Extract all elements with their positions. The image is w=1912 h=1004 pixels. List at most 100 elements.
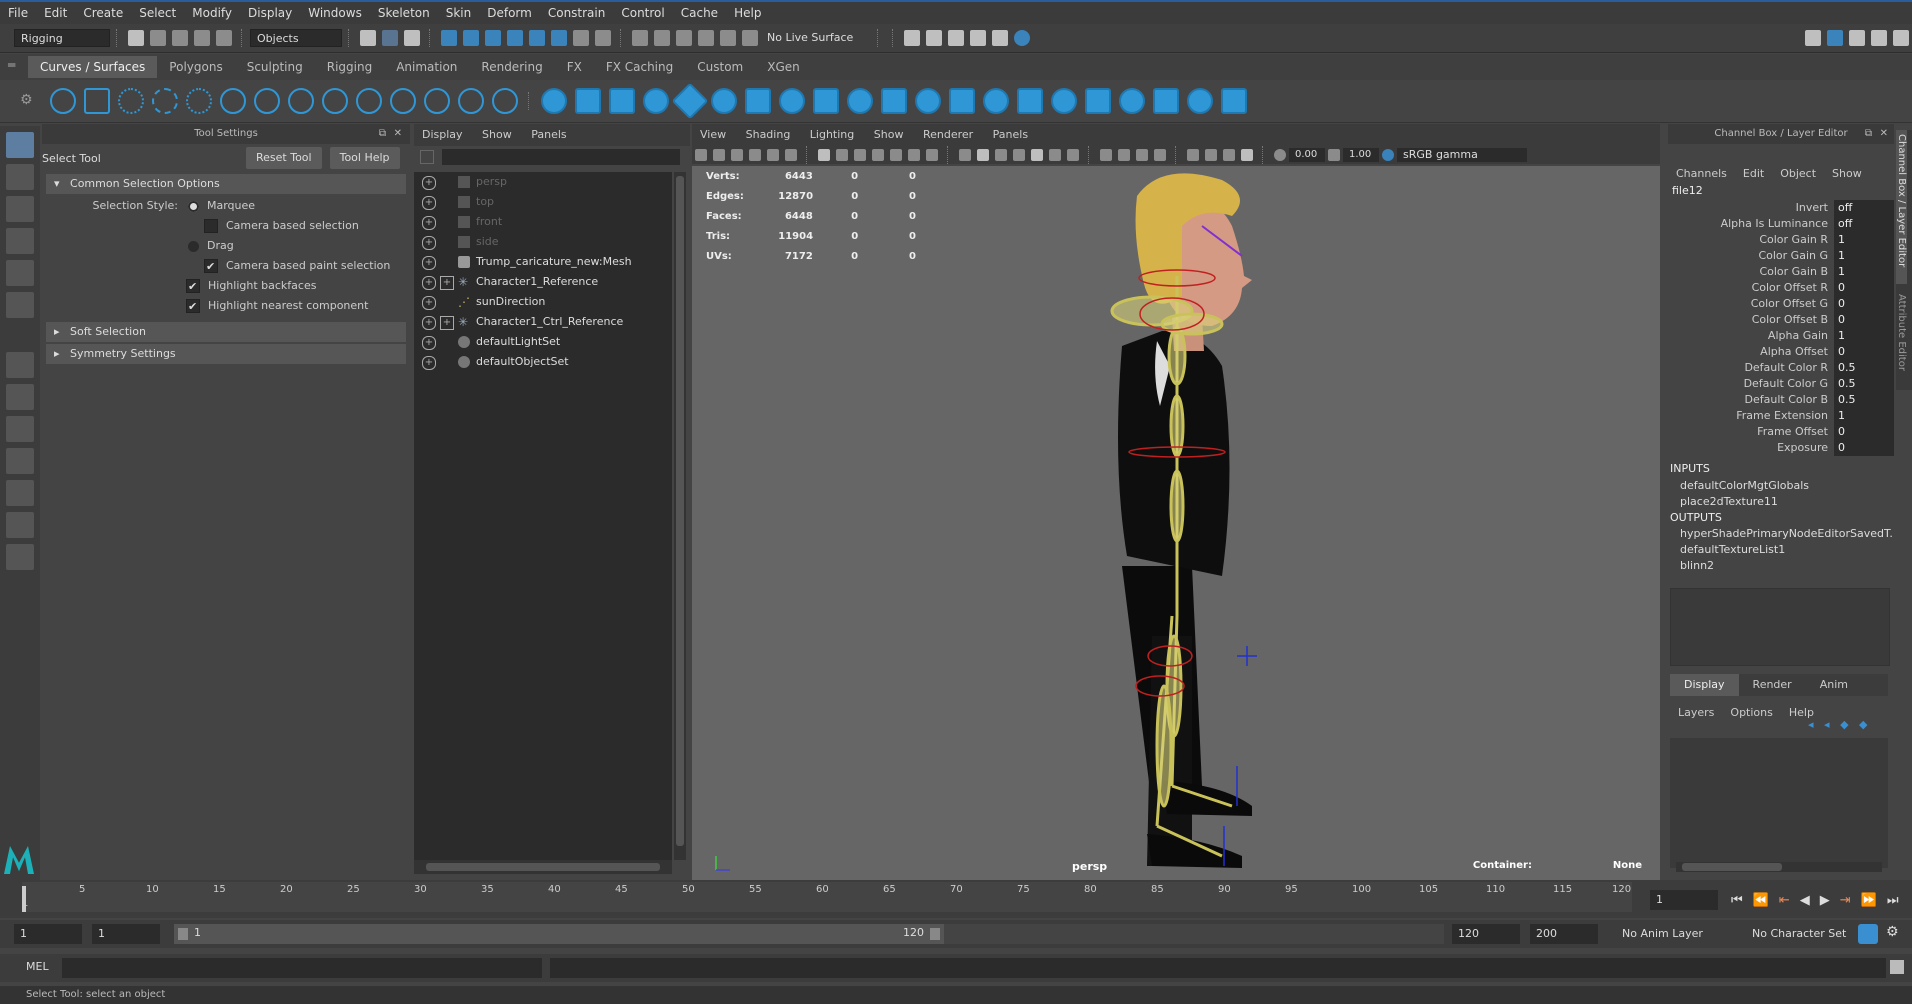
symmetry-settings-section[interactable]: ▸ Symmetry Settings: [46, 344, 406, 364]
close-panel-icon[interactable]: ✕: [1880, 124, 1888, 144]
attr-value[interactable]: 1: [1834, 232, 1894, 248]
camera-attributes-icon[interactable]: [713, 149, 725, 161]
attr-value[interactable]: 0.5: [1834, 376, 1894, 392]
character-set-dropdown[interactable]: No Character Set: [1746, 924, 1856, 944]
outliner-item-default-object-set[interactable]: + defaultObjectSet: [414, 352, 672, 372]
revolve-icon[interactable]: [745, 88, 771, 114]
range-end-handle[interactable]: [930, 928, 940, 940]
shelf-tab-curves-surfaces[interactable]: Curves / Surfaces: [28, 56, 158, 78]
soft-selection-section[interactable]: ▸ Soft Selection: [46, 322, 406, 342]
viewport-menu-panels[interactable]: Panels: [985, 124, 1036, 146]
float-panel-icon[interactable]: ⧉: [379, 124, 386, 144]
xray-icon[interactable]: [1205, 149, 1217, 161]
wireframe-on-shaded-icon[interactable]: [1013, 149, 1025, 161]
xray-active-icon[interactable]: [1223, 149, 1235, 161]
menu-set-dropdown[interactable]: Rigging: [14, 29, 110, 47]
attr-value[interactable]: 0.5: [1834, 360, 1894, 376]
nurbs-sphere-icon[interactable]: [541, 88, 567, 114]
workspace-icon[interactable]: [1805, 30, 1821, 46]
move-layer-up-icon[interactable]: ◂: [1808, 718, 1814, 731]
cb-attr-row[interactable]: Frame Offset 0: [1668, 424, 1894, 440]
menu-select[interactable]: Select: [131, 2, 184, 24]
playback-end-field[interactable]: 120: [1452, 924, 1520, 944]
menu-modify[interactable]: Modify: [184, 2, 240, 24]
move-layer-down-icon[interactable]: ◂: [1824, 718, 1830, 731]
outliner-menu-display[interactable]: Display: [414, 124, 471, 146]
cb-output-item[interactable]: blinn2: [1668, 558, 1894, 574]
cb-attr-row[interactable]: Alpha Gain 1: [1668, 328, 1894, 344]
ipr-render-icon[interactable]: [948, 30, 964, 46]
attr-value[interactable]: 0: [1834, 344, 1894, 360]
scroll-thumb[interactable]: [676, 176, 684, 846]
new-scene-icon[interactable]: [128, 30, 144, 46]
layer-menu-layers[interactable]: Layers: [1670, 706, 1722, 719]
construction-history-icon[interactable]: [676, 30, 692, 46]
curve-project-icon[interactable]: [492, 88, 518, 114]
magnet-icon[interactable]: [595, 30, 611, 46]
expand-icon[interactable]: +: [422, 276, 436, 290]
cb-attr-row[interactable]: Color Gain G 1: [1668, 248, 1894, 264]
command-input[interactable]: [62, 958, 542, 978]
pencil-curve-icon[interactable]: [220, 88, 246, 114]
viewport-menu-lighting[interactable]: Lighting: [802, 124, 862, 146]
field-chart-icon[interactable]: [890, 149, 902, 161]
tool-settings-toggle-icon[interactable]: [1893, 30, 1909, 46]
extrude-icon[interactable]: [847, 88, 873, 114]
arc-tool-icon[interactable]: [254, 88, 280, 114]
cb-attr-row[interactable]: Color Gain R 1: [1668, 232, 1894, 248]
layer-menu-options[interactable]: Options: [1722, 706, 1780, 719]
viewport-menu-shading[interactable]: Shading: [738, 124, 799, 146]
outliner-menu-panels[interactable]: Panels: [523, 124, 574, 146]
planar-icon[interactable]: [813, 88, 839, 114]
outliner-item-side[interactable]: + side: [414, 232, 672, 252]
render-settings-icon[interactable]: [970, 30, 986, 46]
layer-hscrollbar[interactable]: [1676, 862, 1882, 872]
time-slider[interactable]: 1 5 10 15 20 25 30 35 40 45 50 55 60 65 …: [0, 880, 1912, 918]
nurbs-square-icon[interactable]: [84, 88, 110, 114]
curve-fillet-icon[interactable]: [458, 88, 484, 114]
attr-value[interactable]: 1: [1834, 248, 1894, 264]
attr-value[interactable]: 0: [1834, 424, 1894, 440]
curve-rebuild-icon[interactable]: [390, 88, 416, 114]
outliner-item-sun-direction[interactable]: + ⋰ sunDirection: [414, 292, 672, 312]
cb-attr-row[interactable]: Color Offset B 0: [1668, 312, 1894, 328]
xray-joints-icon[interactable]: [1241, 149, 1253, 161]
hypershade-icon[interactable]: [992, 30, 1008, 46]
symmetry-icon[interactable]: [698, 30, 714, 46]
stitch-icon[interactable]: [1187, 88, 1213, 114]
close-panel-icon[interactable]: ✕: [394, 124, 402, 144]
shelf-tab-sculpting[interactable]: Sculpting: [235, 56, 315, 78]
selection-mask-dropdown[interactable]: Objects: [250, 29, 342, 47]
outliner-vscrollbar[interactable]: [674, 172, 686, 860]
view-transform-dropdown[interactable]: sRGB gamma: [1397, 148, 1527, 162]
script-editor-icon[interactable]: [1890, 960, 1904, 974]
new-layer-icon[interactable]: ◆: [1840, 718, 1848, 731]
attr-value[interactable]: off: [1834, 216, 1894, 232]
square-surface-icon[interactable]: [949, 88, 975, 114]
expand-all-icon[interactable]: +: [440, 276, 454, 290]
shelf-tab-custom[interactable]: Custom: [685, 56, 755, 78]
outliner-hscrollbar[interactable]: [414, 860, 672, 874]
snap-surface-icon[interactable]: [529, 30, 545, 46]
nurbs-cylinder-icon[interactable]: [609, 88, 635, 114]
safe-title-icon[interactable]: [926, 149, 938, 161]
cb-menu-object[interactable]: Object: [1780, 167, 1832, 180]
cb-attr-row[interactable]: Invert off: [1668, 200, 1894, 216]
select-object-icon[interactable]: [382, 30, 398, 46]
ep-curve-icon[interactable]: [118, 88, 144, 114]
expand-all-icon[interactable]: +: [440, 316, 454, 330]
nurbs-plane-icon[interactable]: [671, 82, 709, 120]
menu-help[interactable]: Help: [726, 2, 769, 24]
output-ops-icon[interactable]: [654, 30, 670, 46]
sculpt-geometry-icon[interactable]: [1221, 88, 1247, 114]
menu-constrain[interactable]: Constrain: [540, 2, 614, 24]
cb-attr-row[interactable]: Alpha Offset 0: [1668, 344, 1894, 360]
scroll-thumb[interactable]: [1682, 863, 1782, 871]
color-management-icon[interactable]: [1382, 149, 1394, 161]
outliner-item-default-light-set[interactable]: + defaultLightSet: [414, 332, 672, 352]
trim-icon[interactable]: [1017, 88, 1043, 114]
script-language-toggle[interactable]: MEL: [26, 960, 49, 973]
use-all-lights-icon[interactable]: [1049, 149, 1061, 161]
side-tab-attribute-editor[interactable]: Attribute Editor: [1896, 284, 1907, 371]
paint-select-tool-icon[interactable]: [6, 196, 34, 222]
